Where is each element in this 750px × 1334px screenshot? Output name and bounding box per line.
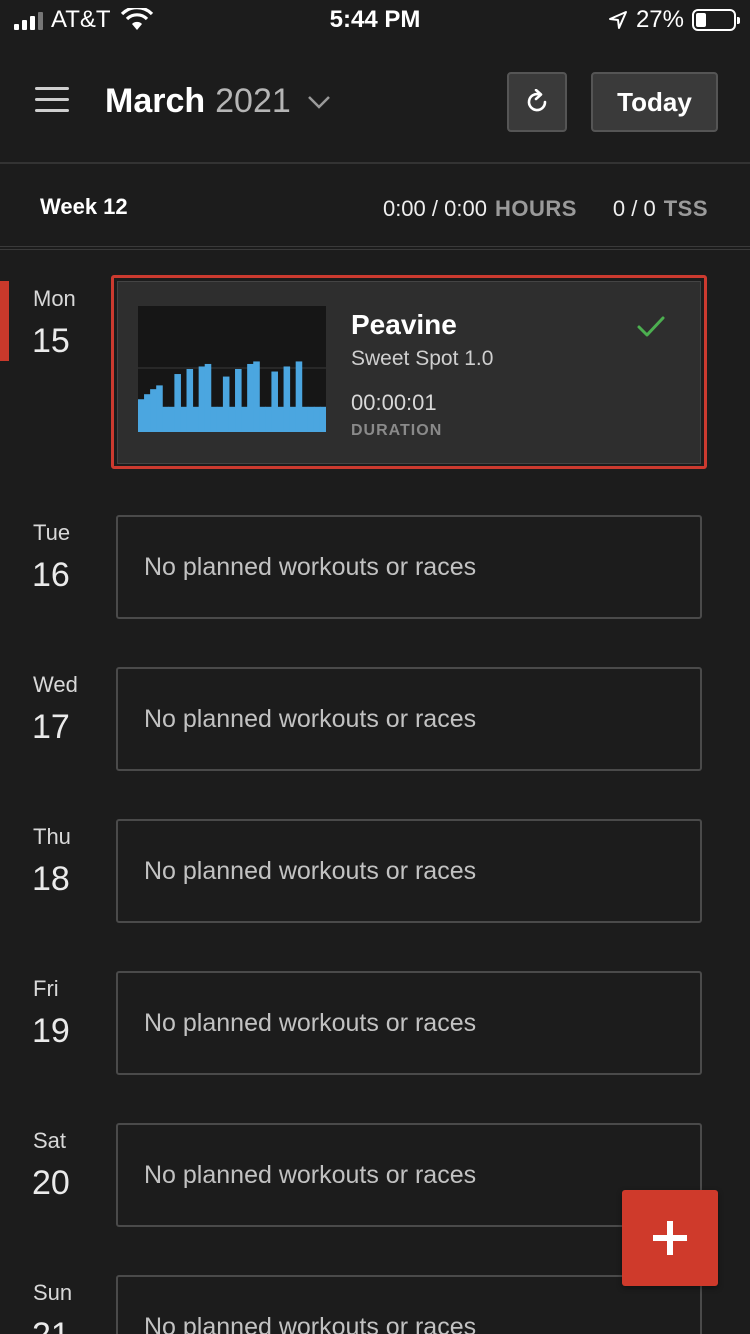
empty-day-text: No planned workouts or races	[144, 553, 477, 581]
workout-profile-bar	[174, 374, 181, 432]
today-marker	[0, 281, 9, 361]
workout-profile-bar	[283, 366, 291, 432]
workout-title: Peavine	[351, 309, 457, 340]
workout-profile-bar	[186, 369, 194, 432]
add-workout-button[interactable]	[622, 1190, 718, 1286]
workout-profile-bar	[277, 406, 285, 432]
workout-profile-bar	[295, 361, 303, 432]
month-picker[interactable]: March 2021	[105, 82, 331, 121]
hours-value: 0:00 / 0:00	[382, 196, 487, 221]
status-bar: AT&T 5:44 PM 27%	[0, 0, 750, 40]
workout-subtitle: Sweet Spot 1.0	[351, 347, 494, 370]
day-name: Sun	[33, 1280, 73, 1305]
day-number: 18	[32, 860, 70, 898]
month-label: March	[105, 82, 206, 120]
workout-profile-bar	[156, 385, 163, 432]
day-name: Mon	[33, 286, 76, 311]
workout-profile-bar	[216, 406, 224, 432]
workout-profile-bar	[162, 406, 169, 432]
battery-percent: 27%	[635, 6, 684, 33]
location-arrow-icon	[608, 11, 627, 29]
workout-profile-bar	[228, 406, 236, 432]
workout-profile-bar	[259, 406, 266, 432]
empty-day-text: No planned workouts or races	[144, 1009, 477, 1037]
workout-profile-bar	[253, 361, 260, 432]
empty-day-card[interactable]: No planned workouts or races	[116, 819, 702, 923]
empty-day-text: No planned workouts or races	[144, 1313, 477, 1334]
empty-day-text: No planned workouts or races	[144, 857, 477, 885]
tss-value: 0 / 0	[612, 196, 656, 221]
empty-day-card[interactable]: No planned workouts or races	[116, 971, 702, 1075]
workout-profile-bar	[319, 406, 326, 432]
workout-profile-bar	[204, 363, 212, 432]
workout-duration-label: DURATION	[351, 422, 443, 439]
workout-profile-bar	[192, 406, 200, 432]
empty-day-text: No planned workouts or races	[144, 1161, 477, 1189]
workout-profile-bar	[241, 406, 248, 432]
battery-fill	[696, 13, 706, 27]
workout-profile-bar	[198, 366, 206, 432]
day-number: 17	[32, 708, 70, 746]
status-right: 27%	[608, 6, 740, 34]
day-number: 16	[32, 556, 70, 594]
today-button[interactable]: Today	[591, 72, 718, 132]
workout-profile-chart	[138, 361, 326, 432]
workout-profile-bar	[307, 406, 315, 432]
week-label: Week 12	[40, 194, 128, 219]
workout-profile-bar	[313, 406, 321, 432]
workout-profile-bar	[180, 406, 188, 432]
empty-day-card[interactable]: No planned workouts or races	[116, 1123, 702, 1227]
empty-day-text: No planned workouts or races	[144, 705, 477, 733]
empty-day-card[interactable]: No planned workouts or races	[116, 667, 702, 771]
day-name: Sat	[33, 1128, 67, 1153]
day-number: 21	[32, 1316, 70, 1334]
workout-duration: 00:00:01	[351, 390, 437, 415]
workout-profile-bar	[168, 406, 175, 432]
day-name: Thu	[33, 824, 71, 849]
check-icon	[637, 316, 665, 337]
day-number: 20	[32, 1164, 70, 1202]
workout-profile-bar	[301, 406, 309, 432]
workout-profile-bar	[144, 394, 151, 432]
day-name: Fri	[33, 976, 59, 1001]
refresh-icon	[527, 89, 547, 112]
menu-icon[interactable]	[35, 87, 69, 113]
week-stats: 0:00 / 0:00 HOURS 0 / 0 TSS	[383, 196, 708, 222]
year-label: 2021	[215, 82, 291, 120]
day-name: Wed	[33, 672, 78, 697]
hours-unit: HOURS	[494, 196, 577, 221]
chevron-down-icon	[307, 95, 330, 109]
battery-icon	[692, 9, 740, 31]
workout-profile-bar	[271, 371, 278, 432]
day-number: 15	[32, 322, 70, 360]
workout-profile-bar	[138, 399, 145, 432]
workout-profile-bar	[222, 376, 230, 432]
empty-day-card[interactable]: No planned workouts or races	[116, 1275, 702, 1334]
workout-profile-bar	[210, 406, 218, 432]
day-name: Tue	[33, 520, 71, 545]
day-number: 19	[32, 1012, 70, 1050]
plus-icon	[653, 1221, 687, 1255]
tss-unit: TSS	[663, 196, 708, 221]
workout-profile-bar	[150, 389, 157, 432]
workout-profile-bar	[235, 369, 242, 432]
workout-profile-bar	[289, 406, 297, 432]
calendar-header: March 2021 Today	[0, 40, 750, 164]
workout-card[interactable]: Peavine Sweet Spot 1.0 00:00:01 DURATION	[117, 281, 701, 464]
workout-profile-bar	[247, 363, 254, 432]
refresh-button[interactable]	[507, 72, 567, 132]
workout-profile-bar	[265, 406, 272, 432]
week-summary: Week 12 0:00 / 0:00 HOURS 0 / 0 TSS	[0, 164, 750, 250]
workout-profile-graph	[138, 306, 326, 432]
empty-day-card[interactable]: No planned workouts or races	[116, 515, 702, 619]
